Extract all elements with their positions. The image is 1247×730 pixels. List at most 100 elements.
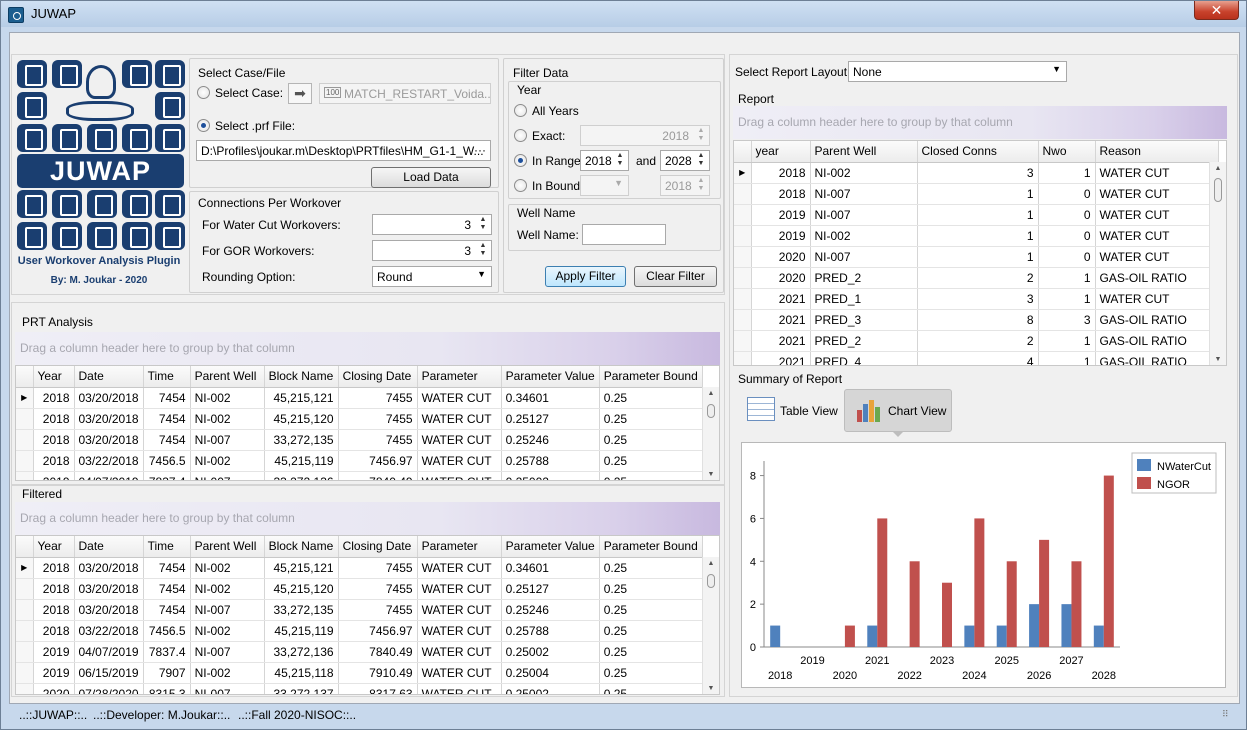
table-cell[interactable]: 2 [917,330,1039,352]
table-cell[interactable]: 2020 [751,267,811,289]
table-cell[interactable]: 45,215,118 [264,662,339,684]
report-layout-dropdown[interactable]: None ▼ [848,61,1067,82]
table-cell[interactable]: WATER CUT [417,471,502,480]
spinner-arrows-icon[interactable]: ▲ ▼ [477,216,489,233]
table-cell[interactable]: 2018 [33,408,75,430]
table-cell[interactable]: 0 [1038,183,1096,205]
table-cell[interactable]: 1 [1038,288,1096,310]
table-cell[interactable]: 03/22/2018 [74,620,144,642]
title-bar[interactable]: JUWAP ✕ [1,1,1246,27]
table-cell[interactable]: GAS-OIL RATIO [1095,309,1219,331]
table-cell[interactable]: 0.25788 [501,620,600,642]
table-cell[interactable]: NI-007 [190,683,265,694]
table-cell[interactable]: 2018 [33,578,75,600]
table-cell[interactable]: WATER CUT [417,557,502,579]
table-cell[interactable]: 33,272,135 [264,429,339,451]
table-cell[interactable]: 0.25 [599,387,703,409]
table-cell[interactable]: 33,272,136 [264,641,339,663]
table-cell[interactable]: WATER CUT [1095,246,1219,268]
column-header[interactable]: Parent Well [190,366,265,388]
table-cell[interactable]: 0.25127 [501,408,600,430]
table-cell[interactable]: 0.25 [599,641,703,663]
tab-chart-view[interactable]: Chart View [844,389,952,437]
table-cell[interactable]: WATER CUT [417,578,502,600]
table-cell[interactable]: 4 [917,351,1039,365]
table-cell[interactable]: 7456.5 [143,620,191,642]
table-cell[interactable]: 1 [1038,267,1096,289]
column-header[interactable]: Parameter Bound [599,536,703,558]
table-cell[interactable]: 0.34601 [501,557,600,579]
table-row[interactable]: 2021 PRED_3 8 3 GAS-OIL RATIO [734,309,1219,331]
table-cell[interactable]: PRED_2 [810,330,918,352]
table-cell[interactable]: 2018 [33,557,75,579]
table-cell[interactable]: 45,215,119 [264,450,339,472]
range-from-spinner[interactable]: 2018 ▲ ▼ [580,150,629,171]
table-cell[interactable]: 7455 [338,408,418,430]
table-cell[interactable]: 1 [1038,162,1096,184]
table-cell[interactable]: 04/07/2019 [74,641,144,663]
table-cell[interactable]: 7454 [143,387,191,409]
table-cell[interactable]: 2021 [751,351,811,365]
column-header[interactable]: Parameter [417,366,502,388]
load-data-button[interactable]: Load Data [371,167,491,188]
table-cell[interactable]: 0.25002 [501,683,600,694]
table-cell[interactable]: 2018 [33,450,75,472]
table-cell[interactable]: WATER CUT [417,387,502,409]
filtered-scrollbar[interactable]: ▲ ▼ [702,557,719,694]
table-cell[interactable]: NI-007 [810,246,918,268]
table-cell[interactable]: 2018 [33,599,75,621]
table-cell[interactable]: 7455 [338,557,418,579]
table-cell[interactable]: NI-007 [190,429,265,451]
table-cell[interactable]: 7455 [338,599,418,621]
column-header[interactable]: Parameter [417,536,502,558]
prf-path-field[interactable]: D:\Profiles\joukar.m\Desktop\PRTfiles\HM… [196,140,491,161]
table-cell[interactable]: 3 [917,162,1039,184]
table-cell[interactable]: GAS-OIL RATIO [1095,351,1219,365]
scroll-down-icon[interactable]: ▼ [1210,353,1226,365]
column-header[interactable]: Reason [1095,141,1219,163]
table-cell[interactable]: 03/20/2018 [74,557,144,579]
resize-grip-icon[interactable]: ⠿ [1222,709,1229,720]
table-cell[interactable]: 0.25127 [501,578,600,600]
scroll-down-icon[interactable]: ▼ [703,468,719,480]
table-cell[interactable]: 0.25 [599,662,703,684]
table-cell[interactable]: NI-007 [190,641,265,663]
table-cell[interactable]: 0.25 [599,683,703,694]
table-cell[interactable]: 45,215,120 [264,408,339,430]
table-cell[interactable]: 2019 [33,641,75,663]
table-cell[interactable]: 0.25004 [501,662,600,684]
table-cell[interactable]: 7455 [338,387,418,409]
table-cell[interactable]: NI-002 [810,162,918,184]
table-cell[interactable]: 2018 [751,162,811,184]
column-header[interactable]: Nwo [1038,141,1096,163]
select-case-radio[interactable] [197,86,210,99]
table-row[interactable]: 2021 PRED_4 4 1 GAS-OIL RATIO [734,351,1219,365]
table-row[interactable]: ▶ 2018 03/20/2018 7454 NI-002 45,215,121 7455 W… [16,557,703,579]
table-cell[interactable]: GAS-OIL RATIO [1095,330,1219,352]
in-range-radio[interactable] [514,154,527,167]
table-cell[interactable]: NI-002 [190,387,265,409]
spinner-arrows-icon[interactable]: ▲ ▼ [614,152,626,169]
table-cell[interactable]: WATER CUT [417,429,502,451]
table-cell[interactable]: WATER CUT [1095,225,1219,247]
scroll-up-icon[interactable]: ▲ [1210,162,1226,176]
table-cell[interactable]: WATER CUT [1095,162,1219,184]
table-row[interactable]: 201904/07/20197837.4NI-00733,272,1367840… [16,471,703,480]
column-header[interactable]: Year [33,366,75,388]
table-cell[interactable]: PRED_3 [810,309,918,331]
table-cell[interactable]: 2 [917,267,1039,289]
table-cell[interactable]: NI-002 [810,225,918,247]
table-cell[interactable]: 0.25 [599,471,703,480]
table-cell[interactable]: 0.25002 [501,471,600,480]
table-cell[interactable]: 0.25002 [501,641,600,663]
table-cell[interactable]: WATER CUT [417,620,502,642]
column-header[interactable]: Date [74,366,144,388]
table-row[interactable]: 2018 03/22/2018 7456.5 NI-002 45,215,119 7456… [16,450,703,472]
table-cell[interactable]: 33,272,135 [264,599,339,621]
scroll-up-icon[interactable]: ▲ [703,557,719,571]
table-row[interactable]: 2018 NI-007 1 0 WATER CUT [734,183,1219,205]
table-cell[interactable]: NI-007 [190,599,265,621]
table-cell[interactable]: WATER CUT [417,599,502,621]
table-cell[interactable]: 0.34601 [501,387,600,409]
table-cell[interactable]: 04/07/2019 [74,471,144,480]
